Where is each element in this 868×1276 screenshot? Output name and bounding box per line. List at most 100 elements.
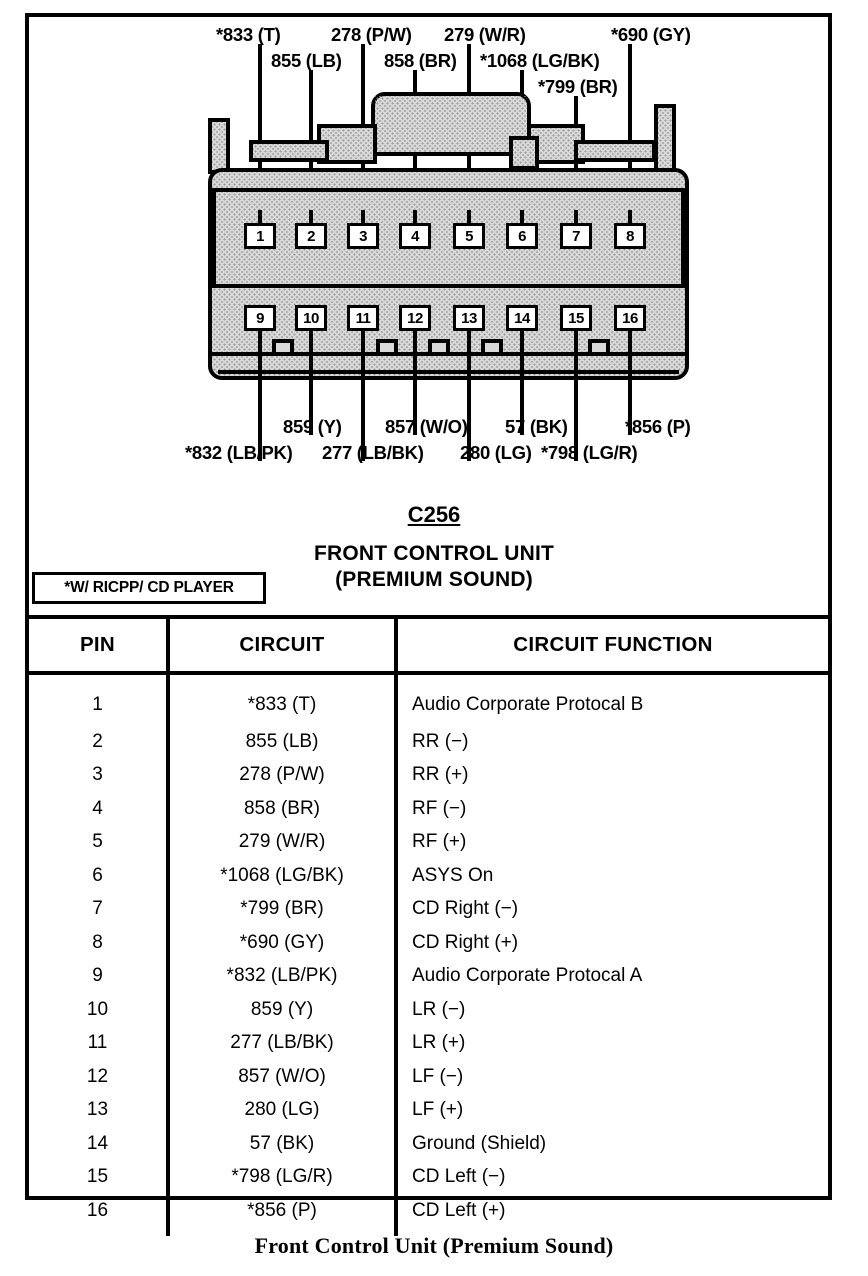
cell-circuit: *798 (LG/R): [166, 1160, 398, 1194]
cell-function: CD Left (+): [412, 1199, 506, 1221]
pin-box-3[interactable]: 3: [347, 223, 379, 249]
table-row: 6 *1068 (LG/BK) ASYS On: [29, 859, 829, 893]
pin-box-13[interactable]: 13: [453, 305, 485, 331]
connector-top-right-post: [654, 104, 676, 174]
wire-label-top-5: 279 (W/R): [444, 24, 526, 45]
pin-box-12[interactable]: 12: [399, 305, 431, 331]
table-row: 4 858 (BR) RF (−): [29, 792, 829, 826]
wire-label-bottom-12: 857 (W/O): [385, 416, 468, 437]
cell-circuit: 857 (W/O): [166, 1060, 398, 1094]
cell-circuit: 855 (LB): [166, 725, 398, 759]
connector-bottom-ledge: [212, 352, 685, 356]
wire-label-top-2: 855 (LB): [271, 50, 342, 71]
table-row: 14 57 (BK) Ground (Shield): [29, 1127, 829, 1161]
cell-function: CD Right (+): [412, 931, 519, 953]
pin-box-7[interactable]: 7: [560, 223, 592, 249]
table-row: 11 277 (LB/BK) LR (+): [29, 1026, 829, 1060]
connector-bottom-notch-5: [588, 339, 610, 353]
table-row: 3 278 (P/W) RR (+): [29, 758, 829, 792]
cell-circuit: 858 (BR): [166, 792, 398, 826]
wire-label-bottom-16: *856 (P): [625, 416, 691, 437]
cell-circuit: *832 (LB/PK): [166, 959, 398, 993]
cell-function: LF (−): [412, 1065, 464, 1087]
pin-box-2[interactable]: 2: [295, 223, 327, 249]
cell-circuit: 277 (LB/BK): [166, 1026, 398, 1060]
cell-function: RR (+): [412, 764, 469, 786]
cell-function: RF (+): [412, 831, 467, 853]
cell-pin: 2: [92, 730, 103, 752]
pin-box-6[interactable]: 6: [506, 223, 538, 249]
cell-circuit: 859 (Y): [166, 993, 398, 1027]
cell-function: CD Right (−): [412, 898, 519, 920]
cell-pin: 3: [92, 764, 103, 786]
cell-circuit: *833 (T): [166, 673, 398, 725]
pin-box-4[interactable]: 4: [399, 223, 431, 249]
cell-function: Audio Corporate Protocal A: [412, 965, 643, 987]
pin-box-1[interactable]: 1: [244, 223, 276, 249]
pin-box-8[interactable]: 8: [614, 223, 646, 249]
pin-box-10[interactable]: 10: [295, 305, 327, 331]
wire-label-bottom-13: 280 (LG): [460, 442, 532, 463]
cell-circuit: *690 (GY): [166, 926, 398, 960]
pin-box-15[interactable]: 15: [560, 305, 592, 331]
pin-box-5[interactable]: 5: [453, 223, 485, 249]
wire-label-top-8: *690 (GY): [611, 24, 691, 45]
header-pin: PIN: [29, 619, 168, 675]
wire-label-bottom-9: *832 (LB/PK): [185, 442, 293, 463]
connector-bottom-edge: [218, 370, 679, 374]
table-row: 2 855 (LB) RR (−): [29, 725, 829, 759]
cell-circuit: *799 (BR): [166, 892, 398, 926]
pin-assignment-table: PIN CIRCUIT CIRCUIT FUNCTION 1 *833 (T) Au…: [29, 615, 829, 1236]
table-row: 1 *833 (T) Audio Corporate Protocal B: [29, 673, 829, 725]
cell-function: Audio Corporate Protocal B: [412, 694, 644, 715]
wire-label-top-6: *1068 (LG/BK): [480, 50, 600, 71]
cell-function: LF (+): [412, 1099, 464, 1121]
cell-pin: 8: [92, 931, 103, 953]
wire-label-bottom-14: 57 (BK): [505, 416, 568, 437]
table-row: 10 859 (Y) LR (−): [29, 993, 829, 1027]
cell-function: CD Left (−): [412, 1166, 506, 1188]
table-row: 15 *798 (LG/R) CD Left (−): [29, 1160, 829, 1194]
connector-bottom-notch-1: [272, 339, 294, 353]
cell-circuit: 57 (BK): [166, 1127, 398, 1161]
cell-pin: 12: [86, 1065, 109, 1087]
cell-circuit: *856 (P): [166, 1194, 398, 1236]
wire-label-top-4: 858 (BR): [384, 50, 457, 71]
footnote-legend-box: *W/ RICPP/ CD PLAYER: [32, 572, 266, 604]
connector-inner-right-rail: [681, 188, 685, 288]
pin-box-9[interactable]: 9: [244, 305, 276, 331]
cell-pin: 16: [86, 1199, 109, 1221]
connector-top-right-rail: [574, 140, 656, 162]
connector-inner-left-rail: [212, 188, 216, 288]
connector-top-midleft-tab: [509, 136, 539, 170]
connector-top-center-tab: [371, 92, 531, 156]
cell-pin: 15: [86, 1166, 109, 1188]
table-header-row: PIN CIRCUIT CIRCUIT FUNCTION: [29, 619, 829, 675]
cell-function: LR (+): [412, 1032, 466, 1054]
connector-bottom-notch-3: [428, 339, 450, 353]
cell-pin: 1: [92, 694, 103, 715]
table-row: 16 *856 (P) CD Left (+): [29, 1194, 829, 1236]
cell-function: Ground (Shield): [412, 1132, 547, 1154]
table-row: 7 *799 (BR) CD Right (−): [29, 892, 829, 926]
cell-function: RR (−): [412, 730, 469, 752]
connector-id-label: C256: [407, 502, 461, 527]
pin-box-11[interactable]: 11: [347, 305, 379, 331]
table-row: 13 280 (LG) LF (+): [29, 1093, 829, 1127]
connector-bottom-notch-4: [481, 339, 503, 353]
wire-label-bottom-11: 277 (LB/BK): [322, 442, 424, 463]
connector-top-left-rail: [249, 140, 329, 162]
pin-box-16[interactable]: 16: [614, 305, 646, 331]
connector-top-left-post: [208, 118, 230, 174]
connector-inner-shelf-top: [215, 188, 682, 192]
cell-pin: 10: [86, 998, 109, 1020]
table-row: 9 *832 (LB/PK) Audio Corporate Protocal A: [29, 959, 829, 993]
wire-label-top-1: *833 (T): [216, 24, 281, 45]
cell-pin: 9: [92, 965, 103, 987]
pin-box-14[interactable]: 14: [506, 305, 538, 331]
cell-pin: 11: [87, 1032, 108, 1054]
cell-circuit: 279 (W/R): [166, 825, 398, 859]
connector-diagram: *833 (T) 855 (LB) 278 (P/W) 858 (BR) 279…: [0, 0, 868, 500]
connector-inner-shelf-mid: [212, 284, 685, 288]
cell-pin: 14: [86, 1132, 109, 1154]
